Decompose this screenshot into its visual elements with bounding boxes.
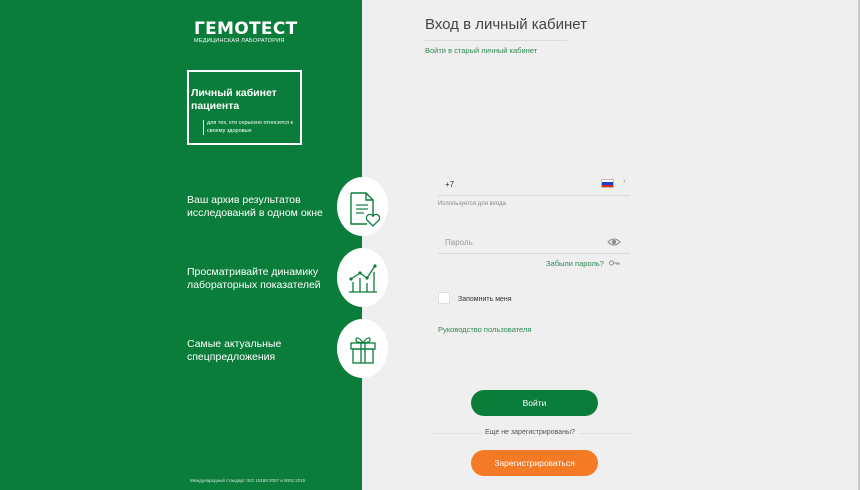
title-divider: [425, 40, 567, 41]
promo-title: Личный кабинет пациента: [191, 87, 277, 112]
remember-me-label[interactable]: Запомнить меня: [458, 296, 512, 303]
gift-icon: [350, 337, 376, 364]
old-cabinet-link[interactable]: Войти в старый личный кабинет: [425, 46, 537, 55]
remember-me-checkbox[interactable]: [438, 292, 450, 304]
eye-icon[interactable]: [607, 237, 621, 247]
password-input[interactable]: Пароль: [445, 238, 473, 247]
login-title: Вход в личный кабинет: [425, 16, 587, 33]
promo-subtitle: для тех, кто серьезно относится к своему…: [203, 120, 293, 135]
feature-offers-text: Самые актуальные спецпредложения: [187, 338, 282, 363]
feature-circle-dynamics: [337, 248, 388, 307]
register-button[interactable]: Зарегистрироваться: [471, 450, 598, 476]
phone-input[interactable]: +7: [445, 180, 454, 189]
logo-subtitle: МЕДИЦИНСКАЯ ЛАБОРАТОРИЯ: [194, 38, 285, 44]
logo-title: ГЕМОТЕСТ: [194, 19, 298, 39]
key-icon: [609, 260, 620, 266]
feature-circle-offers: [337, 319, 388, 378]
document-heart-icon: [350, 192, 380, 227]
phone-hint: Используется для входа: [438, 201, 506, 207]
left-promo-panel: ГЕМОТЕСТ МЕДИЦИНСКАЯ ЛАБОРАТОРИЯ Личный …: [0, 0, 362, 490]
feature-circle-archive: [337, 177, 388, 236]
feature-archive-text: Ваш архив результатов исследований в одн…: [187, 194, 323, 219]
russia-flag-icon[interactable]: [601, 179, 614, 188]
feature-dynamics-text: Просматривайте динамику лабораторных пок…: [187, 266, 321, 291]
phone-underline: [438, 195, 630, 196]
patient-cabinet-box: Личный кабинет пациента для тех, кто сер…: [187, 70, 302, 145]
password-underline: [438, 253, 630, 254]
login-button[interactable]: Войти: [471, 390, 598, 416]
gemotest-logo[interactable]: ГЕМОТЕСТ МЕДИЦИНСКАЯ ЛАБОРАТОРИЯ: [194, 20, 304, 45]
forgot-password-link[interactable]: Забыли пароль?: [546, 259, 604, 268]
chart-growth-icon: [349, 264, 377, 293]
user-guide-link[interactable]: Руководство пользователя: [438, 325, 531, 334]
not-registered-text: Еще не зарегистрированы?: [481, 429, 579, 436]
iso-standard-note: Международный стандарт ISO 15189:2007 и …: [190, 478, 306, 483]
chevron-right-icon[interactable]: ›: [623, 176, 626, 185]
